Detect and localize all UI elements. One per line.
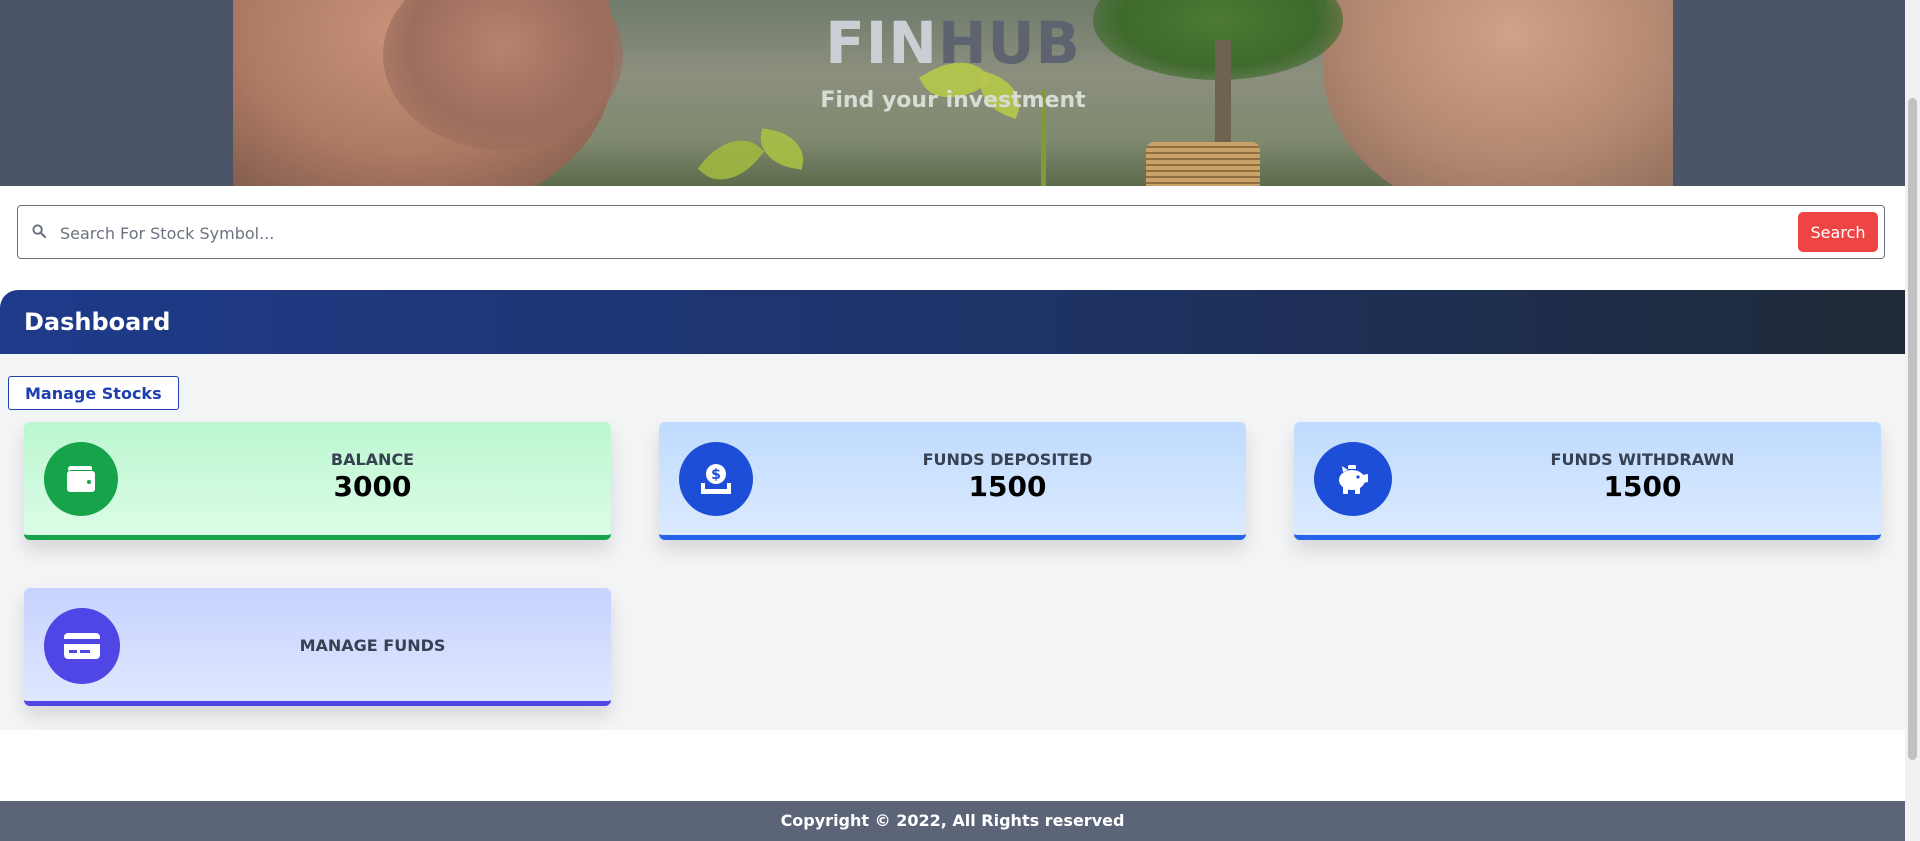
funds-withdrawn-card[interactable]: FUNDS WITHDRAWN 1500 — [1294, 422, 1881, 540]
funds-deposited-card[interactable]: $ FUNDS DEPOSITED 1500 — [659, 422, 1246, 540]
brand-part-hub: HUB — [937, 9, 1081, 77]
search-bar: Search — [17, 205, 1885, 259]
balance-icon-circle — [44, 442, 118, 516]
manage-funds-text: MANAGE FUNDS — [134, 636, 611, 655]
brand-logo-text: FINHUB — [233, 14, 1673, 72]
manage-funds-label: MANAGE FUNDS — [299, 636, 446, 655]
balance-card[interactable]: BALANCE 3000 — [24, 422, 611, 540]
footer: Copyright © 2022, All Rights reserved — [0, 801, 1905, 841]
search-button[interactable]: Search — [1798, 212, 1878, 252]
funds-withdrawn-label: FUNDS WITHDRAWN — [1550, 450, 1735, 469]
manage-funds-icon-circle — [44, 608, 120, 684]
search-icon — [32, 224, 46, 238]
hero-banner: FINHUB Find your investment — [233, 0, 1673, 186]
funds-deposited-value: 1500 — [968, 470, 1047, 504]
manage-funds-card[interactable]: MANAGE FUNDS — [24, 588, 611, 706]
balance-text: BALANCE 3000 — [134, 450, 611, 503]
funds-deposited-icon-circle: $ — [679, 442, 753, 516]
wallet-icon — [67, 466, 95, 492]
footer-spacer — [0, 730, 1905, 801]
search-input[interactable] — [58, 216, 1802, 250]
hero-image-leaf — [697, 125, 765, 186]
credit-card-icon — [64, 633, 100, 659]
page-scrollbar[interactable] — [1905, 0, 1920, 841]
manage-stocks-button[interactable]: Manage Stocks — [8, 376, 179, 410]
dollar-deposit-icon: $ — [701, 464, 731, 494]
hero-band: FINHUB Find your investment — [0, 0, 1905, 186]
dashboard-main: Manage Stocks BALANCE 3000 $ FUNDS DEPOS… — [0, 354, 1905, 730]
scrollbar-thumb[interactable] — [1908, 98, 1917, 760]
page-title: Dashboard — [24, 308, 171, 336]
funds-withdrawn-value: 1500 — [1603, 470, 1682, 504]
balance-label: BALANCE — [330, 450, 415, 469]
copyright-text: Copyright © 2022, All Rights reserved — [780, 811, 1125, 830]
hero-image-leaf — [756, 128, 808, 170]
svg-text:$: $ — [711, 467, 721, 483]
hero-tagline: Find your investment — [820, 88, 1086, 113]
funds-withdrawn-icon-circle — [1314, 442, 1392, 516]
balance-value: 3000 — [333, 470, 412, 504]
funds-withdrawn-text: FUNDS WITHDRAWN 1500 — [1404, 450, 1881, 503]
page: FINHUB Find your investment Search Dashb… — [0, 0, 1905, 841]
funds-deposited-text: FUNDS DEPOSITED 1500 — [769, 450, 1246, 503]
piggy-bank-icon — [1339, 465, 1368, 494]
hero-image-coins — [1146, 142, 1260, 186]
funds-deposited-label: FUNDS DEPOSITED — [922, 450, 1093, 469]
search-section: Search — [0, 186, 1905, 278]
dashboard-header: Dashboard — [0, 290, 1905, 354]
brand-part-fin: FIN — [825, 9, 938, 77]
